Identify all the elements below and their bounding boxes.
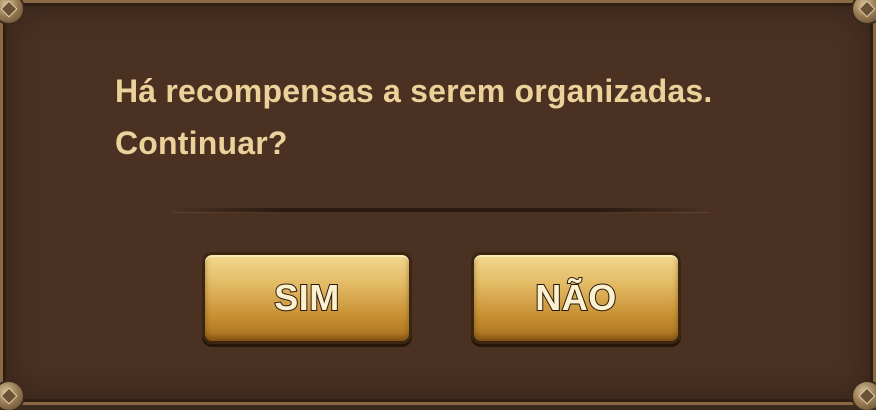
corner-ornament-icon xyxy=(853,0,876,23)
no-button[interactable]: NÃO xyxy=(471,252,681,344)
divider xyxy=(173,208,709,213)
yes-button[interactable]: SIM xyxy=(202,252,412,344)
no-button-label: NÃO xyxy=(534,276,617,319)
dialog-message-line: Há recompensas a serem organizadas. xyxy=(115,73,713,109)
confirm-dialog: Há recompensas a serem organizadas. Cont… xyxy=(0,0,876,410)
corner-ornament-icon xyxy=(853,382,876,410)
yes-button-label: SIM xyxy=(273,276,340,319)
corner-ornament-icon xyxy=(0,0,23,23)
dialog-question: Continuar? xyxy=(115,125,288,161)
dialog-message: Há recompensas a serem organizadas. Cont… xyxy=(115,65,815,169)
corner-ornament-icon xyxy=(0,382,23,410)
